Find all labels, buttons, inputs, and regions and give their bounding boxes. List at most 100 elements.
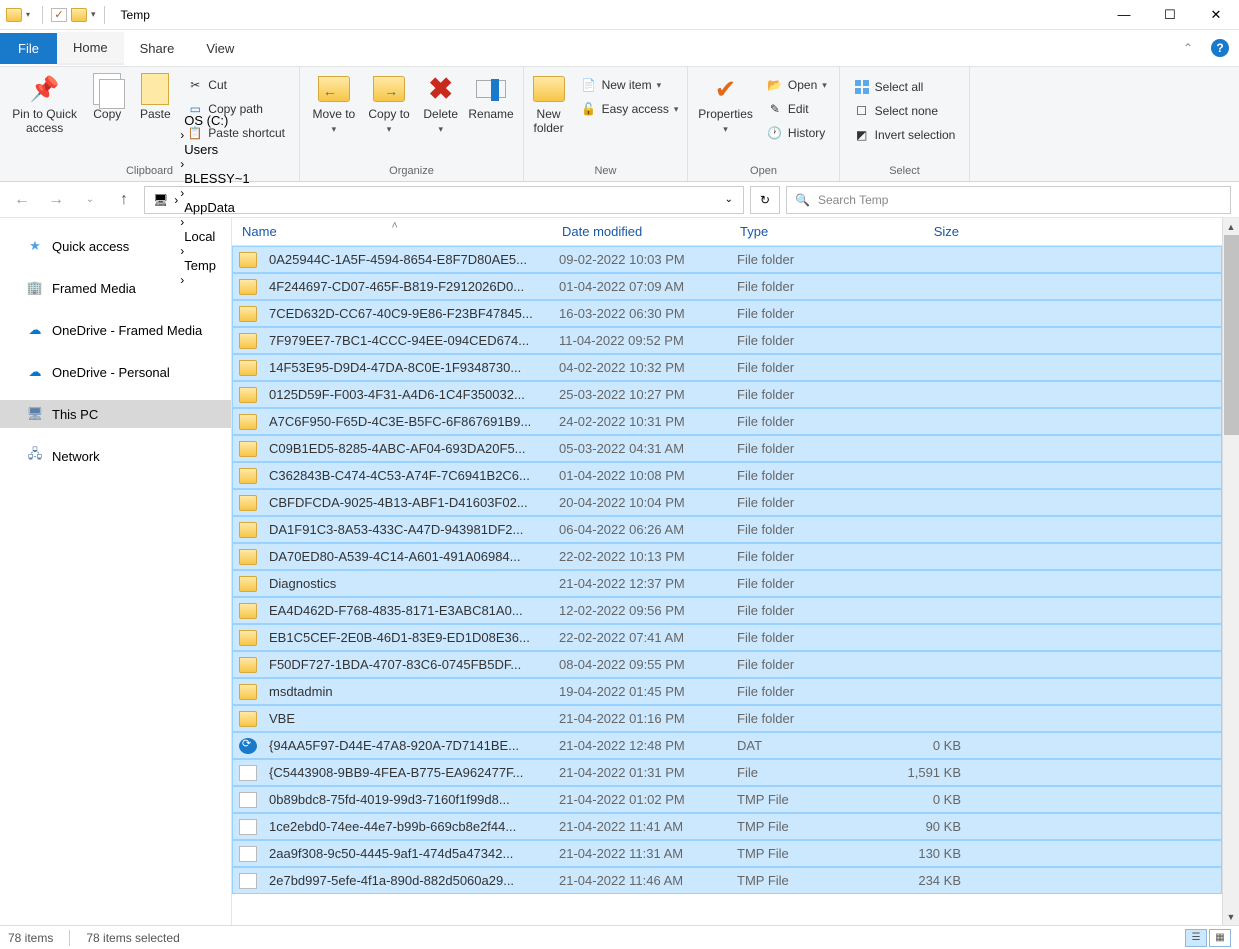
- table-row[interactable]: VBE21-04-2022 01:16 PMFile folder: [232, 705, 1222, 732]
- nav-item-this-pc[interactable]: 🖥This PC: [0, 400, 231, 428]
- breadcrumb-item[interactable]: OS (C:): [180, 113, 253, 128]
- history-icon: 🕐: [767, 125, 783, 141]
- table-row[interactable]: 0A25944C-1A5F-4594-8654-E8F7D80AE5...09-…: [232, 246, 1222, 273]
- building-icon: 🏢: [26, 280, 44, 296]
- column-name[interactable]: Name: [232, 224, 552, 239]
- table-row[interactable]: msdtadmin19-04-2022 01:45 PMFile folder: [232, 678, 1222, 705]
- scroll-down-icon[interactable]: ▼: [1223, 908, 1239, 925]
- qat-dropdown[interactable]: ▾: [26, 10, 34, 19]
- thumbnails-view-button[interactable]: ▦: [1209, 929, 1231, 947]
- nav-item-quick-access[interactable]: ★Quick access: [0, 232, 231, 260]
- pin-to-quick-access-button[interactable]: 📌 Pin to Quick access: [6, 71, 83, 138]
- group-label-organize: Organize: [389, 163, 434, 179]
- cell-type: DAT: [729, 738, 879, 753]
- folder-icon: [239, 441, 257, 457]
- chevron-icon[interactable]: ›: [180, 128, 184, 142]
- cell-name: 0b89bdc8-75fd-4019-99d3-7160f1f99d8...: [261, 792, 551, 807]
- table-row[interactable]: 14F53E95-D9D4-47DA-8C0E-1F9348730...04-0…: [232, 354, 1222, 381]
- scroll-thumb[interactable]: [1224, 235, 1239, 435]
- details-view-button[interactable]: ☰: [1185, 929, 1207, 947]
- table-row[interactable]: 1ce2ebd0-74ee-44e7-b99b-669cb8e2f44...21…: [232, 813, 1222, 840]
- breadcrumb-item[interactable]: AppData: [180, 200, 253, 215]
- table-row[interactable]: {C5443908-9BB9-4FEA-B775-EA962477F...21-…: [232, 759, 1222, 786]
- forward-button[interactable]: →: [42, 186, 70, 214]
- folder-icon[interactable]: [71, 8, 87, 22]
- rename-button[interactable]: Rename: [465, 71, 517, 123]
- table-row[interactable]: 0b89bdc8-75fd-4019-99d3-7160f1f99d8...21…: [232, 786, 1222, 813]
- cell-name: 1ce2ebd0-74ee-44e7-b99b-669cb8e2f44...: [261, 819, 551, 834]
- paste-button[interactable]: Paste: [131, 71, 179, 123]
- move-to-button[interactable]: Move to: [306, 71, 362, 138]
- vertical-scrollbar[interactable]: ▲ ▼: [1222, 218, 1239, 925]
- cell-size: 0 KB: [879, 792, 969, 807]
- nav-item-onedrive---personal[interactable]: ☁OneDrive - Personal: [0, 358, 231, 386]
- maximize-button[interactable]: ☐: [1147, 0, 1193, 30]
- tab-share[interactable]: Share: [124, 33, 191, 64]
- table-row[interactable]: EA4D462D-F768-4835-8171-E3ABC81A0...12-0…: [232, 597, 1222, 624]
- table-row[interactable]: A7C6F950-F65D-4C3E-B5FC-6F867691B9...24-…: [232, 408, 1222, 435]
- nav-item-framed-media[interactable]: 🏢Framed Media: [0, 274, 231, 302]
- recent-dropdown[interactable]: ⌄: [76, 186, 104, 214]
- table-row[interactable]: CBFDFCDA-9025-4B13-ABF1-D41603F02...20-0…: [232, 489, 1222, 516]
- table-row[interactable]: EB1C5CEF-2E0B-46D1-83E9-ED1D08E36...22-0…: [232, 624, 1222, 651]
- table-row[interactable]: {94AA5F97-D44E-47A8-920A-7D7141BE...21-0…: [232, 732, 1222, 759]
- close-button[interactable]: ✕: [1193, 0, 1239, 30]
- table-row[interactable]: C09B1ED5-8285-4ABC-AF04-693DA20F5...05-0…: [232, 435, 1222, 462]
- folder-icon[interactable]: [6, 8, 22, 22]
- qat-customize-dropdown[interactable]: ▾: [91, 9, 96, 20]
- table-row[interactable]: 4F244697-CD07-465F-B819-F2912026D0...01-…: [232, 273, 1222, 300]
- table-row[interactable]: 7F979EE7-7BC1-4CCC-94EE-094CED674...11-0…: [232, 327, 1222, 354]
- cut-button[interactable]: ✂Cut: [183, 75, 289, 95]
- column-date[interactable]: Date modified: [552, 224, 730, 239]
- copy-button[interactable]: Copy: [83, 71, 131, 123]
- breadcrumb-item[interactable]: BLESSY~1: [180, 171, 253, 186]
- search-input[interactable]: 🔍 Search Temp: [786, 186, 1231, 214]
- easy-access-button[interactable]: 🔓Easy access: [577, 99, 683, 119]
- chevron-icon[interactable]: ›: [180, 157, 184, 171]
- properties-icon[interactable]: ✓: [51, 8, 67, 22]
- back-button[interactable]: ←: [8, 186, 36, 214]
- invert-selection-button[interactable]: ◩Invert selection: [850, 125, 960, 145]
- tab-file[interactable]: File: [0, 33, 57, 64]
- column-size[interactable]: Size: [880, 224, 970, 239]
- up-button[interactable]: ↑: [110, 186, 138, 214]
- history-button[interactable]: 🕐History: [763, 123, 831, 143]
- scroll-up-icon[interactable]: ▲: [1223, 218, 1239, 235]
- chevron-icon[interactable]: ›: [180, 186, 184, 200]
- cell-type: File folder: [729, 441, 879, 456]
- select-all-button[interactable]: Select all: [850, 77, 960, 97]
- minimize-button[interactable]: —: [1101, 0, 1147, 30]
- nav-item-network[interactable]: 🖧Network: [0, 442, 231, 470]
- open-button[interactable]: 📂Open: [763, 75, 831, 95]
- chevron-icon[interactable]: ›: [174, 193, 178, 207]
- breadcrumb-path[interactable]: 🖥 › OS (C:)›Users›BLESSY~1›AppData›Local…: [144, 186, 744, 214]
- table-row[interactable]: 7CED632D-CC67-40C9-9E86-F23BF47845...16-…: [232, 300, 1222, 327]
- collapse-ribbon-icon[interactable]: ⌃: [1175, 35, 1201, 61]
- table-row[interactable]: 2e7bd997-5efe-4f1a-890d-882d5060a29...21…: [232, 867, 1222, 894]
- new-item-button[interactable]: 📄New item: [577, 75, 683, 95]
- column-type[interactable]: Type: [730, 224, 880, 239]
- tab-view[interactable]: View: [190, 33, 250, 64]
- table-row[interactable]: DA70ED80-A539-4C14-A601-491A06984...22-0…: [232, 543, 1222, 570]
- table-row[interactable]: 0125D59F-F003-4F31-A4D6-1C4F350032...25-…: [232, 381, 1222, 408]
- properties-button[interactable]: ✔ Properties: [692, 71, 759, 138]
- table-row[interactable]: C362843B-C474-4C53-A74F-7C6941B2C6...01-…: [232, 462, 1222, 489]
- tab-home[interactable]: Home: [57, 32, 124, 65]
- help-icon[interactable]: ?: [1211, 39, 1229, 57]
- main-content: ★Quick access 🏢Framed Media ☁OneDrive - Fr…: [0, 218, 1239, 925]
- breadcrumb-item[interactable]: Users: [180, 142, 253, 157]
- refresh-button[interactable]: ↻: [750, 186, 780, 214]
- path-dropdown[interactable]: ⌄: [719, 194, 739, 205]
- edit-button[interactable]: ✎Edit: [763, 99, 831, 119]
- cell-type: File folder: [729, 522, 879, 537]
- table-row[interactable]: Diagnostics21-04-2022 12:37 PMFile folde…: [232, 570, 1222, 597]
- select-none-button[interactable]: ☐Select none: [850, 101, 960, 121]
- copyto-label: Copy to: [368, 107, 411, 136]
- table-row[interactable]: DA1F91C3-8A53-433C-A47D-943981DF2...06-0…: [232, 516, 1222, 543]
- table-row[interactable]: F50DF727-1BDA-4707-83C6-0745FB5DF...08-0…: [232, 651, 1222, 678]
- table-row[interactable]: 2aa9f308-9c50-4445-9af1-474d5a47342...21…: [232, 840, 1222, 867]
- delete-button[interactable]: ✖ Delete: [416, 71, 465, 138]
- new-folder-button[interactable]: New folder: [525, 71, 573, 138]
- copy-to-button[interactable]: Copy to: [362, 71, 417, 138]
- nav-item-onedrive---framed-media[interactable]: ☁OneDrive - Framed Media: [0, 316, 231, 344]
